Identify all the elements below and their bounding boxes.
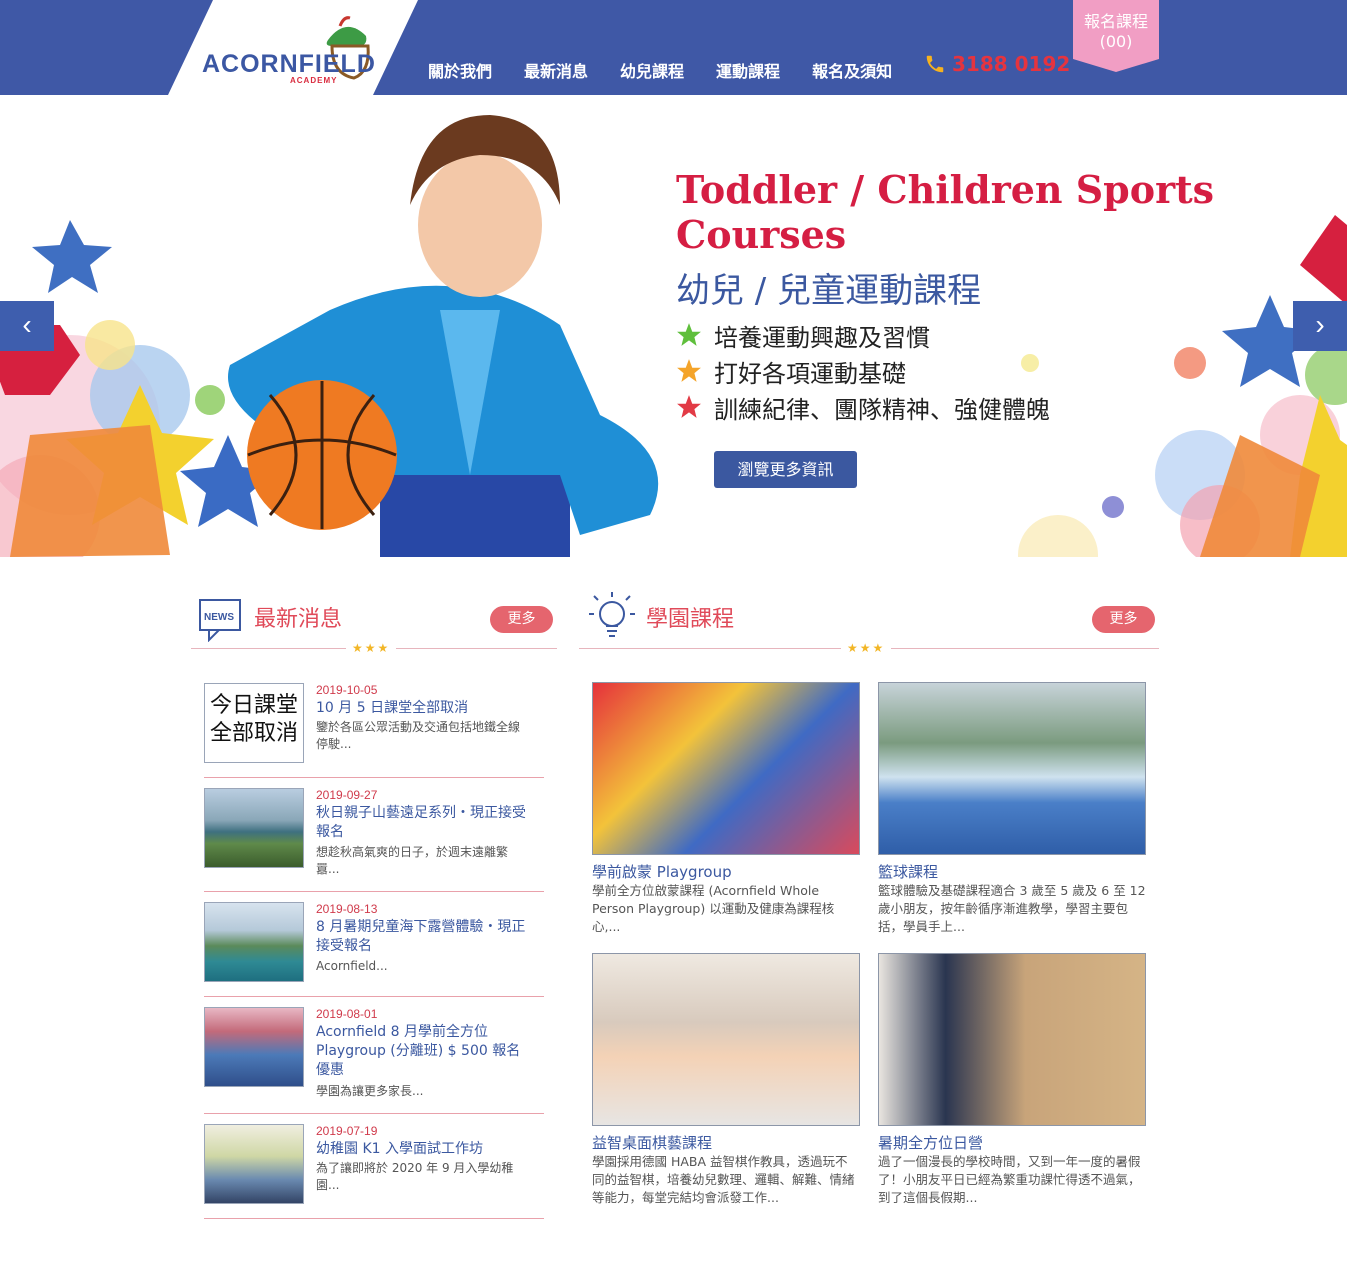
hero-title: Toddler / Children Sports Courses (676, 167, 1215, 257)
divider-stars-icon: ★★★ (841, 641, 892, 655)
course-title[interactable]: 籃球課程 (878, 861, 1146, 882)
news-more-button[interactable]: 更多 (490, 606, 553, 633)
star-red-icon (677, 395, 701, 418)
nav-sports-courses[interactable]: 運動課程 (700, 58, 796, 82)
logo-subtext: ACADEMY (290, 76, 338, 85)
hero-bullet: 訓練紀律、團隊精神、強健體魄 (676, 389, 1050, 425)
nav-toddler-courses[interactable]: 幼兒課程 (604, 58, 700, 82)
news-title[interactable]: Acornfield 8 月學前全方位 Playgroup (分離班) $ 50… (316, 1023, 531, 1080)
news-item[interactable]: 2019-09-27 秋日親子山藝遠足系列・現正接受報名 想趁秋高氣爽的日子，於… (204, 788, 544, 892)
news-item[interactable]: 2019-07-19 幼稚園 K1 入學面試工作坊 為了讓即將於 2020 年 … (204, 1124, 544, 1219)
hero-decoration (0, 115, 1347, 557)
hero-subtitle: 幼兒 / 兒童運動課程 (676, 271, 982, 311)
star-green-icon (677, 323, 701, 346)
thumb-text: 今日課堂 (209, 693, 298, 718)
phone-number[interactable]: 3188 0192 (952, 52, 1070, 76)
course-desc: 學前全方位啟蒙課程 (Acornfield Whole Person Playg… (592, 883, 835, 934)
courses-section-title: 學園課程 (646, 607, 735, 632)
hero-bullet-list: 培養運動興趣及習慣 打好各項運動基礎 訓練紀律、團隊精神、強健體魄 (676, 317, 1050, 425)
star-orange-icon (677, 359, 701, 382)
news-thumbnail[interactable]: 今日課堂 全部取消 (204, 683, 304, 763)
thumb-text: 全部取消 (209, 721, 298, 746)
news-icon-text: NEWS (204, 612, 234, 623)
news-item[interactable]: 2019-08-01 Acornfield 8 月學前全方位 Playgroup… (204, 1007, 544, 1114)
news-date: 2019-08-01 (316, 1007, 378, 1021)
news-title[interactable]: 幼稚園 K1 入學面試工作坊 (316, 1140, 531, 1159)
news-icon: NEWS (199, 599, 241, 642)
news-thumbnail[interactable] (204, 1124, 304, 1204)
carousel-prev-icon[interactable]: ‹ (0, 301, 54, 351)
enroll-count: (00) (1099, 32, 1133, 51)
news-thumbnail[interactable] (204, 788, 304, 868)
enroll-cart-button[interactable]: 報名課程 (00) (1073, 0, 1159, 72)
course-image[interactable] (592, 953, 860, 1126)
news-desc: 學園為讓更多家長... (316, 1084, 424, 1098)
hero-bullet: 培養運動興趣及習慣 (676, 317, 1050, 353)
hero-bullet-text: 打好各項運動基礎 (714, 359, 906, 388)
news-desc: 想趁秋高氣爽的日子，於週末遠離繁囂... (316, 845, 509, 876)
course-image[interactable] (592, 682, 860, 855)
news-thumbnail[interactable] (204, 1007, 304, 1087)
news-desc: 鑒於各區公眾活動及交通包括地鐵全線停駛... (316, 720, 521, 751)
news-item[interactable]: 今日課堂 全部取消 2019-10-05 10 月 5 日課堂全部取消 鑒於各區… (204, 683, 544, 778)
nav-enrollment[interactable]: 報名及須知 (796, 58, 908, 82)
course-desc: 學園採用德國 HABA 益智棋作教具，透過玩不同的益智棋，培養幼兒數理、邏輯、解… (592, 1154, 855, 1205)
course-image[interactable] (878, 953, 1146, 1126)
course-desc: 籃球體驗及基礎課程適合 3 歲至 5 歲及 6 至 12 歲小朋友，按年齡循序漸… (878, 883, 1146, 934)
news-title[interactable]: 秋日親子山藝遠足系列・現正接受報名 (316, 804, 531, 842)
carousel-next-icon[interactable]: › (1293, 301, 1347, 351)
nav-about[interactable]: 關於我們 (412, 58, 508, 82)
news-date: 2019-07-19 (316, 1124, 378, 1138)
main-nav: 關於我們 最新消息 幼兒課程 運動課程 報名及須知 (412, 58, 908, 82)
hero-more-info-button[interactable]: 瀏覽更多資訊 (714, 451, 857, 488)
phone-icon (926, 55, 944, 73)
news-date: 2019-10-05 (316, 683, 378, 697)
courses-more-button[interactable]: 更多 (1092, 606, 1155, 633)
nav-news[interactable]: 最新消息 (508, 58, 604, 82)
hero-bullet-text: 訓練紀律、團隊精神、強健體魄 (714, 395, 1050, 424)
course-image[interactable] (878, 682, 1146, 855)
enroll-label: 報名課程 (1083, 12, 1148, 31)
course-card[interactable]: 學前啟蒙 Playgroup 學前全方位啟蒙課程 (Acornfield Who… (592, 682, 860, 936)
course-card[interactable]: 籃球課程 籃球體驗及基礎課程適合 3 歲至 5 歲及 6 至 12 歲小朋友，按… (878, 682, 1146, 936)
course-card[interactable]: 暑期全方位日營 過了一個漫長的學校時間，又到一年一度的暑假了！小朋友平日已經為繁… (878, 953, 1146, 1207)
lightbulb-icon (589, 592, 635, 637)
course-desc: 過了一個漫長的學校時間，又到一年一度的暑假了！小朋友平日已經為繁重功課忙得透不過… (878, 1154, 1141, 1205)
course-title[interactable]: 益智桌面棋藝課程 (592, 1132, 860, 1153)
divider-stars-icon: ★★★ (346, 641, 397, 655)
course-title[interactable]: 學前啟蒙 Playgroup (592, 861, 860, 882)
news-item[interactable]: 2019-08-13 8 月暑期兒童海下露營體驗・現正接受報名 Acornfie… (204, 902, 544, 997)
news-date: 2019-08-13 (316, 902, 378, 916)
hero-bullet-text: 培養運動興趣及習慣 (714, 323, 930, 352)
news-desc: 為了讓即將於 2020 年 9 月入學幼稚園... (316, 1161, 514, 1192)
course-title[interactable]: 暑期全方位日營 (878, 1132, 1146, 1153)
news-desc: Acornfield... (316, 959, 388, 973)
news-title[interactable]: 8 月暑期兒童海下露營體驗・現正接受報名 (316, 918, 531, 956)
logo-text[interactable]: ACORNFIELD (202, 50, 376, 79)
news-thumbnail[interactable] (204, 902, 304, 982)
news-section-title: 最新消息 (254, 607, 343, 632)
news-title[interactable]: 10 月 5 日課堂全部取消 (316, 699, 531, 718)
course-card[interactable]: 益智桌面棋藝課程 學園採用德國 HABA 益智棋作教具，透過玩不同的益智棋，培養… (592, 953, 860, 1207)
hero-banner: Toddler / Children Sports Courses 幼兒 / 兒… (0, 95, 1347, 557)
news-date: 2019-09-27 (316, 788, 378, 802)
site-header: ACORNFIELD ACADEMY 關於我們 最新消息 幼兒課程 運動課程 報… (0, 0, 1347, 95)
phone-contact[interactable]: 3188 0192 (924, 52, 1070, 76)
hero-bullet: 打好各項運動基礎 (676, 353, 1050, 389)
